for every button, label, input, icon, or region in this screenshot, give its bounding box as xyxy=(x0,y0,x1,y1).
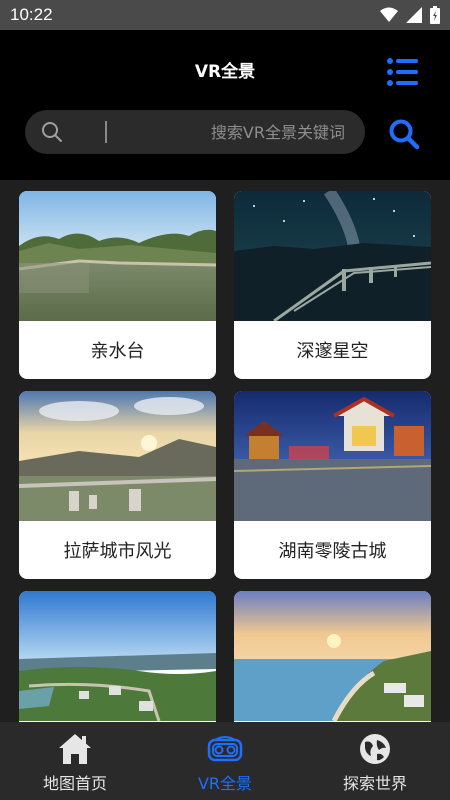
bottom-nav: 地图首页 VR全景 探索世界 xyxy=(0,722,450,800)
card-label: 深邃星空 xyxy=(296,341,369,362)
card-label: 拉萨城市风光 xyxy=(63,541,172,562)
search-divider xyxy=(105,121,107,143)
signal-icon xyxy=(406,7,422,23)
nav-item-map-home[interactable]: 地图首页 xyxy=(0,722,150,800)
battery-icon xyxy=(430,6,440,24)
nav-label: 探索世界 xyxy=(342,774,407,793)
card-image-coastal-town xyxy=(19,591,216,721)
search-icon xyxy=(42,122,62,142)
card-label: 湖南零陵古城 xyxy=(278,541,387,562)
card-image-starry-sky xyxy=(234,191,431,321)
card-image-seaside-sunset xyxy=(234,591,431,721)
nav-item-vr-panorama[interactable]: VR全景 xyxy=(150,722,300,800)
status-bar: 10:22 xyxy=(0,0,450,30)
header: VR全景 xyxy=(0,30,450,180)
panorama-card[interactable]: 深邃星空 xyxy=(234,191,431,379)
nav-label: VR全景 xyxy=(197,774,253,793)
panorama-card[interactable] xyxy=(19,591,216,722)
panorama-card[interactable] xyxy=(234,591,431,722)
vr-headset-icon xyxy=(207,736,243,762)
card-image-ancient-city xyxy=(234,391,431,521)
card-image-lhasa-city xyxy=(19,391,216,521)
page-title: VR全景 xyxy=(194,62,256,82)
panorama-card[interactable]: 拉萨城市风光 xyxy=(19,391,216,579)
panorama-card[interactable]: 湖南零陵古城 xyxy=(234,391,431,579)
search-button-icon[interactable] xyxy=(388,118,420,150)
card-label: 亲水台 xyxy=(90,341,145,362)
list-menu-icon[interactable] xyxy=(386,56,420,88)
wifi-icon xyxy=(380,7,398,22)
nav-label: 地图首页 xyxy=(42,774,107,793)
nav-item-explore-world[interactable]: 探索世界 xyxy=(300,722,450,800)
panorama-grid: 亲水台 深邃星空 拉萨城市风光 湖南零陵古城 xyxy=(0,180,450,722)
status-time: 10:22 xyxy=(10,5,53,24)
card-image-lakeside xyxy=(19,191,216,321)
search-input[interactable] xyxy=(121,110,345,154)
status-icons xyxy=(380,6,440,24)
home-icon xyxy=(59,734,91,764)
globe-icon xyxy=(360,734,390,764)
search-bar[interactable] xyxy=(25,110,365,154)
panorama-card[interactable]: 亲水台 xyxy=(19,191,216,379)
